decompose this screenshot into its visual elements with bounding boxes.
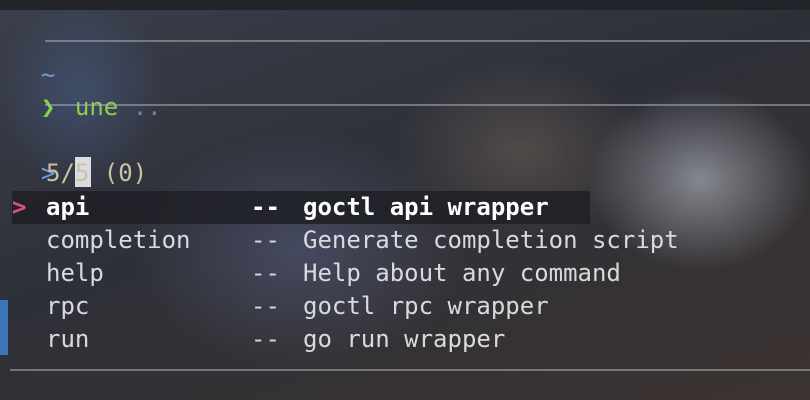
finder-query-line[interactable]: > xyxy=(12,124,91,187)
selection-pointer-icon: > xyxy=(12,193,27,221)
command-item-2[interactable]: help -- Help about any command xyxy=(12,257,621,290)
command-description: go run wrapper xyxy=(303,325,506,353)
typed-command[interactable]: une xyxy=(75,93,118,121)
command-item-0[interactable]: > api -- goctl api wrapper xyxy=(12,191,549,224)
command-description: Help about any command xyxy=(303,259,621,287)
finder-top-divider xyxy=(45,104,810,106)
command-name: rpc xyxy=(46,292,90,320)
terminal-titlebar xyxy=(0,0,810,10)
command-name: run xyxy=(46,325,90,353)
description-separator: -- xyxy=(251,226,280,254)
autosuggestion: .. xyxy=(118,93,162,121)
command-name: help xyxy=(46,259,104,287)
description-separator: -- xyxy=(251,193,280,221)
command-item-4[interactable]: run -- go run wrapper xyxy=(12,323,505,356)
command-name: completion xyxy=(46,226,191,254)
command-item-3[interactable]: rpc -- goctl rpc wrapper xyxy=(12,290,549,323)
description-separator: -- xyxy=(251,292,280,320)
command-name: api xyxy=(46,193,90,221)
command-description: goctl api wrapper xyxy=(303,193,549,221)
prompt-arrow-icon: ❯ xyxy=(40,93,56,121)
finder-bottom-divider xyxy=(10,369,810,371)
path-line: ~ xyxy=(12,26,55,89)
command-description: goctl rpc wrapper xyxy=(303,292,549,320)
description-separator: -- xyxy=(251,325,280,353)
desktop-edge-accent xyxy=(0,300,8,355)
command-item-1[interactable]: completion -- Generate completion script xyxy=(12,224,679,257)
prompt-divider xyxy=(45,40,810,42)
description-separator: -- xyxy=(251,259,280,287)
command-description: Generate completion script xyxy=(303,226,679,254)
match-counter: 5/5 (0) xyxy=(46,159,148,187)
command-line[interactable]: ❯ une .. xyxy=(12,58,162,121)
